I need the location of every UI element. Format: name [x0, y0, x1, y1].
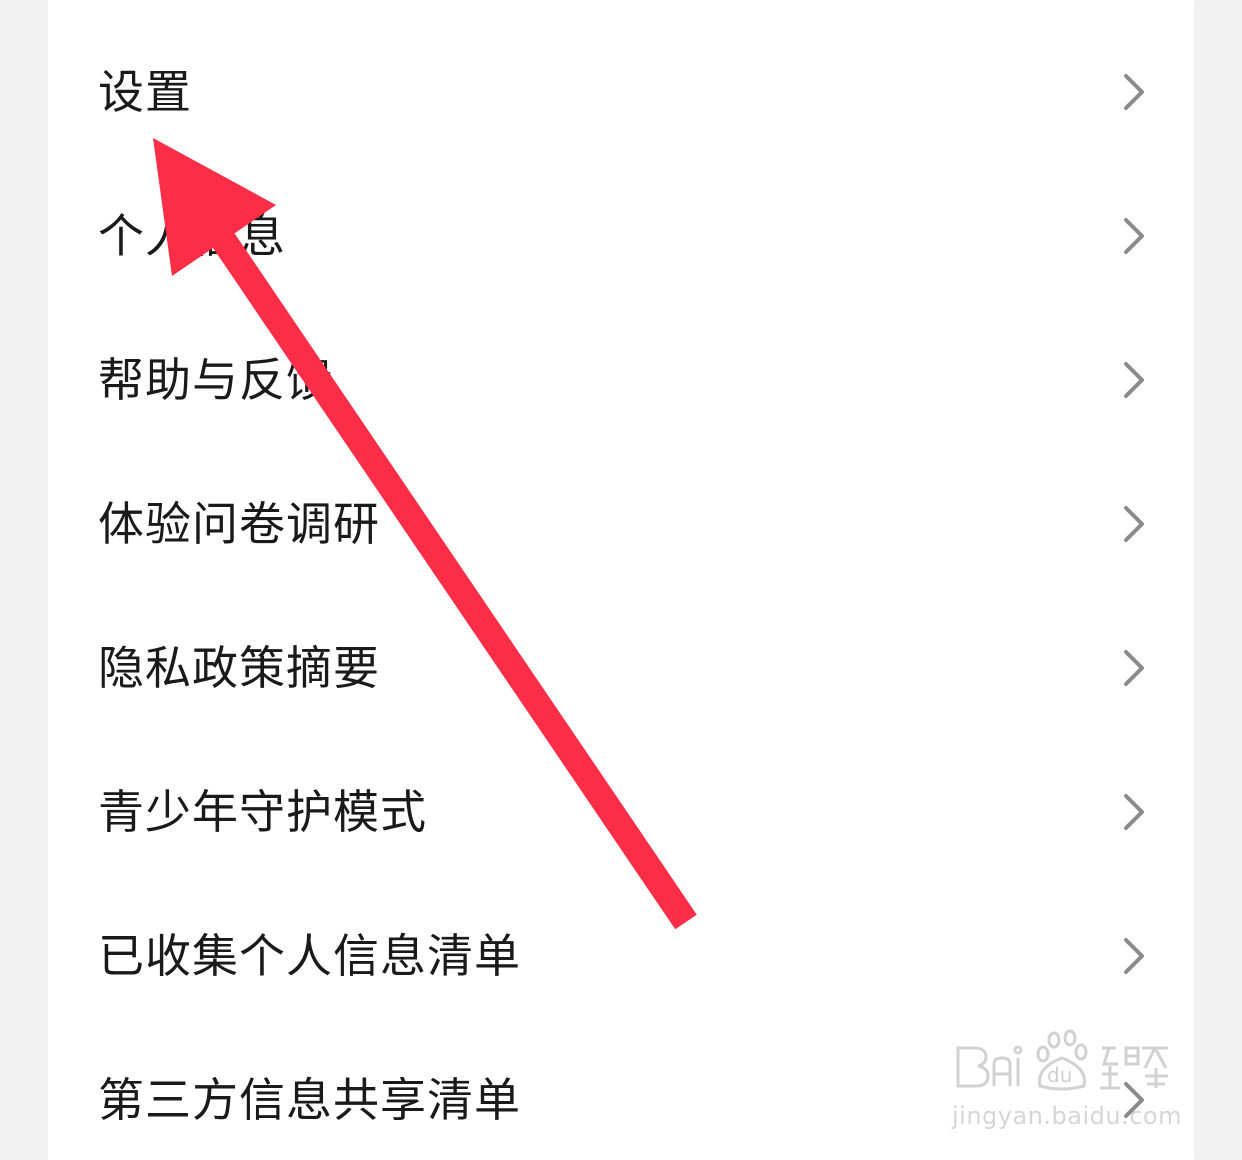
chevron-right-icon [1124, 218, 1144, 254]
menu-item-collected-info-list[interactable]: 已收集个人信息清单 [48, 884, 1194, 1028]
menu-item-label: 青少年守护模式 [98, 785, 427, 839]
chevron-right-icon [1124, 938, 1144, 974]
menu-item-label: 第三方信息共享清单 [98, 1073, 521, 1127]
menu-item-personal-info[interactable]: 个人信息 [48, 164, 1194, 308]
menu-item-privacy-summary[interactable]: 隐私政策摘要 [48, 596, 1194, 740]
menu-item-third-party-sharing-list[interactable]: 第三方信息共享清单 [48, 1028, 1194, 1160]
chevron-right-icon [1124, 362, 1144, 398]
menu-item-help-feedback[interactable]: 帮助与反馈 [48, 308, 1194, 452]
chevron-right-icon [1124, 1082, 1144, 1118]
menu-item-label: 隐私政策摘要 [98, 641, 380, 695]
menu-list: 设置 个人信息 帮助与反馈 体验问卷调研 隐私政策摘要 青少年守护模式 已收集个… [48, 20, 1194, 1160]
chevron-right-icon [1124, 794, 1144, 830]
chevron-right-icon [1124, 506, 1144, 542]
menu-item-label: 帮助与反馈 [98, 353, 333, 407]
chevron-right-icon [1124, 650, 1144, 686]
chevron-right-icon [1124, 74, 1144, 110]
menu-item-label: 已收集个人信息清单 [98, 929, 521, 983]
menu-item-survey[interactable]: 体验问卷调研 [48, 452, 1194, 596]
menu-item-label: 个人信息 [98, 209, 286, 263]
menu-item-settings[interactable]: 设置 [48, 20, 1194, 164]
menu-item-teen-mode[interactable]: 青少年守护模式 [48, 740, 1194, 884]
menu-item-label: 设置 [98, 65, 192, 119]
menu-item-label: 体验问卷调研 [98, 497, 380, 551]
